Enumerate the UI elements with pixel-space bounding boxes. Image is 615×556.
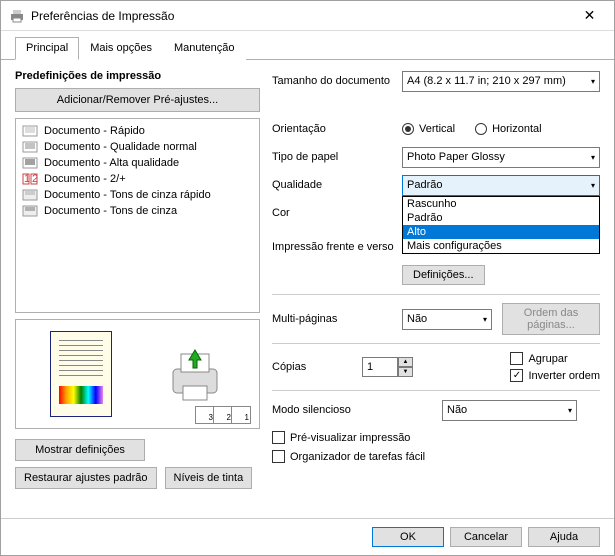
preview-panel: 321 — [15, 319, 260, 429]
quality-label: Qualidade — [272, 179, 402, 191]
titlebar: Preferências de Impressão ✕ — [1, 1, 614, 31]
tab-bar: Principal Mais opções Manutenção — [1, 31, 614, 60]
radio-icon — [475, 123, 487, 135]
printer-preview-icon — [165, 344, 225, 404]
checkbox-icon — [272, 431, 285, 444]
collate-preview-icon: 321 — [195, 406, 251, 424]
chevron-down-icon: ▾ — [568, 406, 572, 415]
show-settings-button[interactable]: Mostrar definições — [15, 439, 145, 461]
help-button[interactable]: Ajuda — [528, 527, 600, 547]
color-label: Cor — [272, 207, 402, 219]
quiet-mode-select[interactable]: Não ▾ — [442, 400, 577, 421]
chevron-down-icon: ▾ — [591, 181, 595, 190]
radio-label: Vertical — [419, 123, 455, 135]
tab-manutencao[interactable]: Manutenção — [163, 37, 246, 60]
preset-item[interactable]: Documento - Tons de cinza — [22, 203, 253, 219]
orientation-horizontal-radio[interactable]: Horizontal — [475, 123, 542, 135]
restore-defaults-button[interactable]: Restaurar ajustes padrão — [15, 467, 157, 489]
chevron-down-icon: ▾ — [483, 315, 487, 324]
radio-icon — [402, 123, 414, 135]
printer-icon — [9, 8, 25, 24]
duplex-label: Impressão frente e verso — [272, 241, 422, 253]
presets-list: Documento - Rápido Documento - Qualidade… — [15, 118, 260, 313]
checkbox-icon — [272, 450, 285, 463]
chevron-down-icon: ▾ — [591, 77, 595, 86]
select-value: Photo Paper Glossy — [407, 151, 505, 163]
copies-label: Cópias — [272, 361, 352, 373]
quality-dropdown: Rascunho Padrão Alto Mais configurações — [402, 196, 600, 254]
two-up-icon: 12 — [22, 173, 38, 185]
dialog-footer: OK Cancelar Ajuda — [1, 518, 614, 555]
chevron-down-icon: ▾ — [591, 153, 595, 162]
ok-button[interactable]: OK — [372, 527, 444, 547]
orientation-vertical-radio[interactable]: Vertical — [402, 123, 455, 135]
tab-principal[interactable]: Principal — [15, 37, 79, 60]
quality-option-padrao[interactable]: Padrão — [403, 211, 599, 225]
preset-item[interactable]: Documento - Alta qualidade — [22, 155, 253, 171]
doc-icon — [22, 157, 38, 169]
quality-option-rascunho[interactable]: Rascunho — [403, 197, 599, 211]
preset-label: Documento - Qualidade normal — [44, 141, 197, 153]
spin-down-button[interactable]: ▼ — [398, 367, 413, 377]
select-value: A4 (8.2 x 11.7 in; 210 x 297 mm) — [407, 75, 566, 87]
preset-item[interactable]: 12 Documento - 2/+ — [22, 171, 253, 187]
select-value: Não — [407, 313, 427, 325]
cancel-button[interactable]: Cancelar — [450, 527, 522, 547]
select-value: Padrão — [407, 179, 442, 191]
checkbox-label: Inverter ordem — [528, 370, 600, 382]
checkbox-icon — [510, 369, 523, 382]
multipage-label: Multi-páginas — [272, 313, 402, 325]
multipage-select[interactable]: Não ▾ — [402, 309, 492, 330]
ink-levels-button[interactable]: Níveis de tinta — [165, 467, 253, 489]
reverse-order-checkbox[interactable]: Inverter ordem — [510, 369, 600, 382]
svg-text:2: 2 — [32, 173, 38, 185]
doc-icon — [22, 125, 38, 137]
preset-label: Documento - Alta qualidade — [44, 157, 179, 169]
select-value: Não — [447, 404, 467, 416]
gray-doc-icon — [22, 205, 38, 217]
preset-item[interactable]: Documento - Qualidade normal — [22, 139, 253, 155]
document-size-select[interactable]: A4 (8.2 x 11.7 in; 210 x 297 mm) ▾ — [402, 71, 600, 92]
preset-item[interactable]: Documento - Tons de cinza rápido — [22, 187, 253, 203]
print-preview-checkbox[interactable]: Pré-visualizar impressão — [272, 431, 600, 444]
close-button[interactable]: ✕ — [567, 1, 612, 30]
paper-type-label: Tipo de papel — [272, 151, 402, 163]
gray-doc-icon — [22, 189, 38, 201]
job-organizer-checkbox[interactable]: Organizador de tarefas fácil — [272, 450, 600, 463]
copies-spinner[interactable]: ▲▼ — [362, 357, 413, 377]
orientation-label: Orientação — [272, 123, 402, 135]
quiet-mode-label: Modo silencioso — [272, 404, 442, 416]
paper-type-select[interactable]: Photo Paper Glossy ▾ — [402, 147, 600, 168]
tab-mais-opcoes[interactable]: Mais opções — [79, 37, 163, 60]
page-order-button[interactable]: Ordem das páginas... — [502, 303, 600, 335]
quality-select[interactable]: Padrão▾ Rascunho Padrão Alto Mais config… — [402, 175, 600, 196]
preset-label: Documento - Tons de cinza rápido — [44, 189, 211, 201]
duplex-settings-button[interactable]: Definições... — [402, 265, 485, 285]
quality-option-alto[interactable]: Alto — [403, 225, 599, 239]
preset-label: Documento - Rápido — [44, 125, 145, 137]
document-size-label: Tamanho do documento — [272, 75, 402, 87]
checkbox-label: Agrupar — [528, 353, 567, 365]
dialog: Preferências de Impressão ✕ Principal Ma… — [0, 0, 615, 556]
doc-icon — [22, 141, 38, 153]
preset-item[interactable]: Documento - Rápido — [22, 123, 253, 139]
add-remove-presets-button[interactable]: Adicionar/Remover Pré-ajustes... — [15, 88, 260, 112]
presets-heading: Predefinições de impressão — [15, 70, 260, 82]
window-title: Preferências de Impressão — [31, 9, 567, 23]
preset-label: Documento - 2/+ — [44, 173, 126, 185]
page-preview-icon — [50, 331, 112, 417]
svg-text:1: 1 — [24, 173, 30, 185]
copies-input[interactable] — [362, 357, 398, 377]
checkbox-label: Organizador de tarefas fácil — [290, 451, 425, 463]
checkbox-label: Pré-visualizar impressão — [290, 432, 410, 444]
preset-label: Documento - Tons de cinza — [44, 205, 177, 217]
radio-label: Horizontal — [492, 123, 542, 135]
quality-option-mais[interactable]: Mais configurações — [403, 239, 599, 253]
spin-up-button[interactable]: ▲ — [398, 357, 413, 367]
collate-checkbox[interactable]: Agrupar — [510, 352, 600, 365]
checkbox-icon — [510, 352, 523, 365]
